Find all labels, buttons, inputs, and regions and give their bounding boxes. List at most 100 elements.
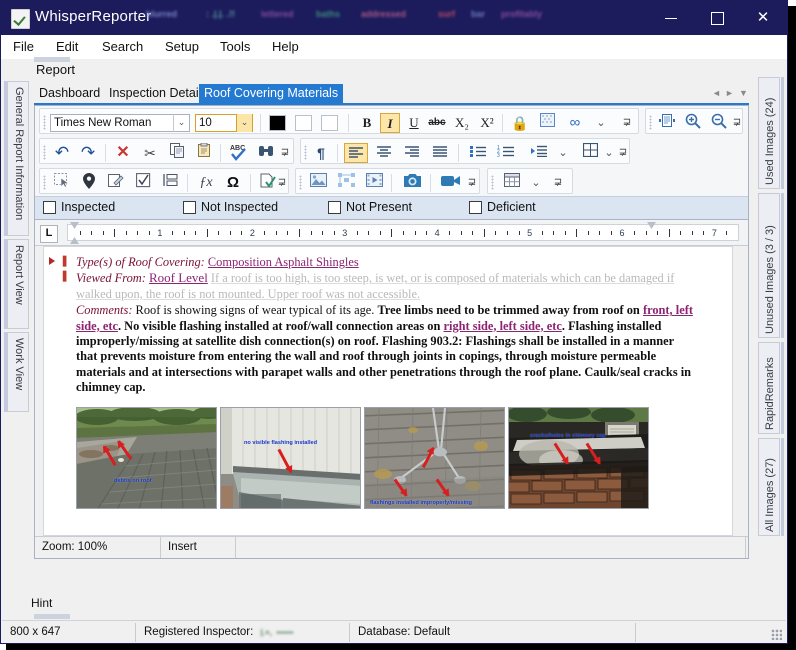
photo-satellite-flashing[interactable]: flashings installed improperly/missing bbox=[364, 407, 505, 509]
menu-item-help[interactable]: Help bbox=[265, 38, 306, 56]
bullet-list-button[interactable] bbox=[466, 143, 490, 163]
tab-stop-selector[interactable]: L bbox=[40, 225, 58, 243]
table-chevron-down-icon[interactable]: ⌄ bbox=[601, 143, 617, 163]
background-color-swatch[interactable] bbox=[321, 115, 338, 131]
split-view-button[interactable] bbox=[159, 173, 181, 193]
page-layout-button[interactable] bbox=[656, 113, 678, 133]
superscript-button[interactable]: X² bbox=[477, 113, 497, 133]
value-viewed-from[interactable]: Roof Level bbox=[149, 270, 208, 285]
maximize-button[interactable] bbox=[694, 1, 740, 35]
formula-button[interactable]: ƒx bbox=[195, 173, 217, 193]
undo-button[interactable]: ↶ bbox=[50, 143, 74, 163]
font-family-select[interactable]: Times New Roman ⌄ bbox=[50, 114, 190, 132]
tab-list-button[interactable]: ▼ bbox=[738, 87, 749, 100]
checkbox-not-inspected[interactable] bbox=[183, 201, 196, 214]
insert-overflow-button[interactable]: ⋥ bbox=[276, 173, 288, 193]
delete-button[interactable]: ✕ bbox=[112, 143, 134, 163]
edit-overflow-button[interactable]: ⋥ bbox=[278, 143, 292, 163]
align-right-button[interactable] bbox=[400, 143, 424, 163]
close-button[interactable]: ✕ bbox=[740, 1, 786, 35]
texture-fill-button[interactable] bbox=[537, 113, 557, 133]
sidebar-item-all-images[interactable]: All Images (27) bbox=[758, 438, 780, 536]
align-left-button[interactable] bbox=[344, 143, 368, 163]
align-justify-button[interactable] bbox=[428, 143, 452, 163]
grid-table-button[interactable] bbox=[500, 173, 524, 193]
grid-chevron-down-icon[interactable]: ⌄ bbox=[528, 173, 544, 193]
checkbox-deficient[interactable] bbox=[469, 201, 482, 214]
photo-no-flashing[interactable]: no visible flashing installed bbox=[220, 407, 361, 509]
arrange-objects-button[interactable] bbox=[334, 173, 358, 193]
align-center-button[interactable] bbox=[372, 143, 396, 163]
resize-grip[interactable] bbox=[771, 629, 782, 640]
copy-button[interactable] bbox=[166, 143, 188, 163]
ruler-band[interactable]: 1 2 3 4 5 6 7 bbox=[67, 224, 739, 241]
select-object-button[interactable] bbox=[50, 173, 74, 193]
value-type-of-roof-covering[interactable]: Composition Asphalt Shingles bbox=[208, 255, 359, 269]
menu-item-tools[interactable]: Tools bbox=[213, 38, 257, 56]
comments-link-2[interactable]: right side, left side, etc bbox=[444, 319, 562, 333]
find-button[interactable] bbox=[255, 143, 277, 163]
font-overflow-chevron-icon[interactable]: ⌄ bbox=[593, 113, 609, 133]
indent-chevron-down-icon[interactable]: ⌄ bbox=[555, 143, 571, 163]
toolbar-overflow-button[interactable]: ⋥ bbox=[620, 113, 634, 133]
chevron-down-icon[interactable]: ⌄ bbox=[236, 114, 252, 132]
editor-insert-mode[interactable]: Insert bbox=[161, 537, 236, 558]
menu-item-edit[interactable]: Edit bbox=[49, 38, 85, 56]
toolbar-grip[interactable] bbox=[649, 115, 652, 130]
photo-chimney-cap[interactable]: cracks/holes in chimney cap bbox=[508, 407, 649, 509]
font-size-select[interactable]: 10 ⌄ bbox=[195, 114, 253, 132]
spellcheck-button[interactable]: ABC bbox=[226, 143, 252, 163]
underline-button[interactable]: U bbox=[404, 113, 424, 133]
text-color-swatch[interactable] bbox=[269, 115, 286, 131]
document-page[interactable]: ❚ ❚ Type(s) of Roof Covering: Compositio… bbox=[43, 246, 733, 536]
numbered-list-button[interactable]: 123 bbox=[494, 143, 518, 163]
highlight-color-swatch[interactable] bbox=[295, 115, 312, 131]
toolbar-grip[interactable] bbox=[43, 175, 46, 190]
camcorder-button[interactable] bbox=[438, 173, 464, 193]
media-overflow-button[interactable]: ⋥ bbox=[466, 173, 478, 193]
editor-zoom-level[interactable]: Zoom: 100% bbox=[35, 537, 161, 558]
sidebar-item-rapidremarks[interactable]: RapidRemarks bbox=[758, 342, 780, 434]
indent-button[interactable] bbox=[527, 143, 551, 163]
checkbox-inspected[interactable] bbox=[43, 201, 56, 214]
toolbar-grip[interactable] bbox=[299, 175, 302, 190]
show-marks-button[interactable]: ¶ bbox=[311, 143, 331, 163]
toolbar-grip[interactable] bbox=[43, 115, 46, 130]
hint-chip[interactable] bbox=[34, 614, 70, 619]
italic-button[interactable]: I bbox=[380, 113, 400, 133]
sidebar-item-report-view[interactable]: Report View bbox=[7, 239, 29, 329]
toolbar-grip[interactable] bbox=[304, 145, 307, 160]
sidebar-item-general-report-information[interactable]: General Report Information bbox=[7, 81, 29, 236]
insert-video-button[interactable] bbox=[362, 173, 386, 193]
document-scroll-area[interactable]: ❚ ❚ Type(s) of Roof Covering: Compositio… bbox=[35, 246, 748, 536]
tab-scroll-prev-button[interactable]: ◄ bbox=[711, 87, 722, 100]
sidebar-item-work-view[interactable]: Work View bbox=[7, 332, 29, 412]
photo-roof-debris[interactable]: debris on roof bbox=[76, 407, 217, 509]
edit-note-button[interactable] bbox=[105, 173, 127, 193]
chevron-down-icon[interactable]: ⌄ bbox=[173, 114, 189, 132]
sidebar-item-unused-images[interactable]: Unused Images (3 / 3) bbox=[758, 193, 780, 338]
paragraph-overflow-button[interactable]: ⋥ bbox=[617, 143, 629, 163]
tab-roof-covering-materials[interactable]: Roof Covering Materials bbox=[199, 84, 344, 103]
tab-dashboard[interactable]: Dashboard bbox=[34, 84, 105, 103]
menu-item-setup[interactable]: Setup bbox=[158, 38, 206, 56]
checkbox-insert-button[interactable] bbox=[132, 173, 154, 193]
checkbox-not-present[interactable] bbox=[328, 201, 341, 214]
bold-button[interactable]: B bbox=[357, 113, 377, 133]
tab-scroll-next-button[interactable]: ► bbox=[724, 87, 735, 100]
zoom-in-button[interactable] bbox=[682, 113, 704, 133]
strikethrough-button[interactable]: abc bbox=[427, 113, 447, 133]
insert-image-button[interactable] bbox=[306, 173, 330, 193]
zoom-overflow-button[interactable]: ⋥ bbox=[731, 113, 743, 133]
toolbar-grip[interactable] bbox=[43, 145, 46, 160]
sidebar-item-used-images[interactable]: Used Images (24) bbox=[758, 77, 780, 189]
menu-item-file[interactable]: File bbox=[6, 38, 41, 56]
table-button[interactable] bbox=[579, 142, 601, 163]
cut-button[interactable]: ✂ bbox=[139, 143, 161, 163]
tab-inspection-details[interactable]: Inspection Details bbox=[104, 84, 213, 103]
menu-item-search[interactable]: Search bbox=[95, 38, 150, 56]
minimize-button[interactable] bbox=[648, 1, 694, 35]
zoom-out-button[interactable] bbox=[708, 113, 730, 133]
map-pin-icon[interactable] bbox=[78, 173, 100, 193]
subscript-button[interactable]: X₂ bbox=[452, 113, 472, 133]
